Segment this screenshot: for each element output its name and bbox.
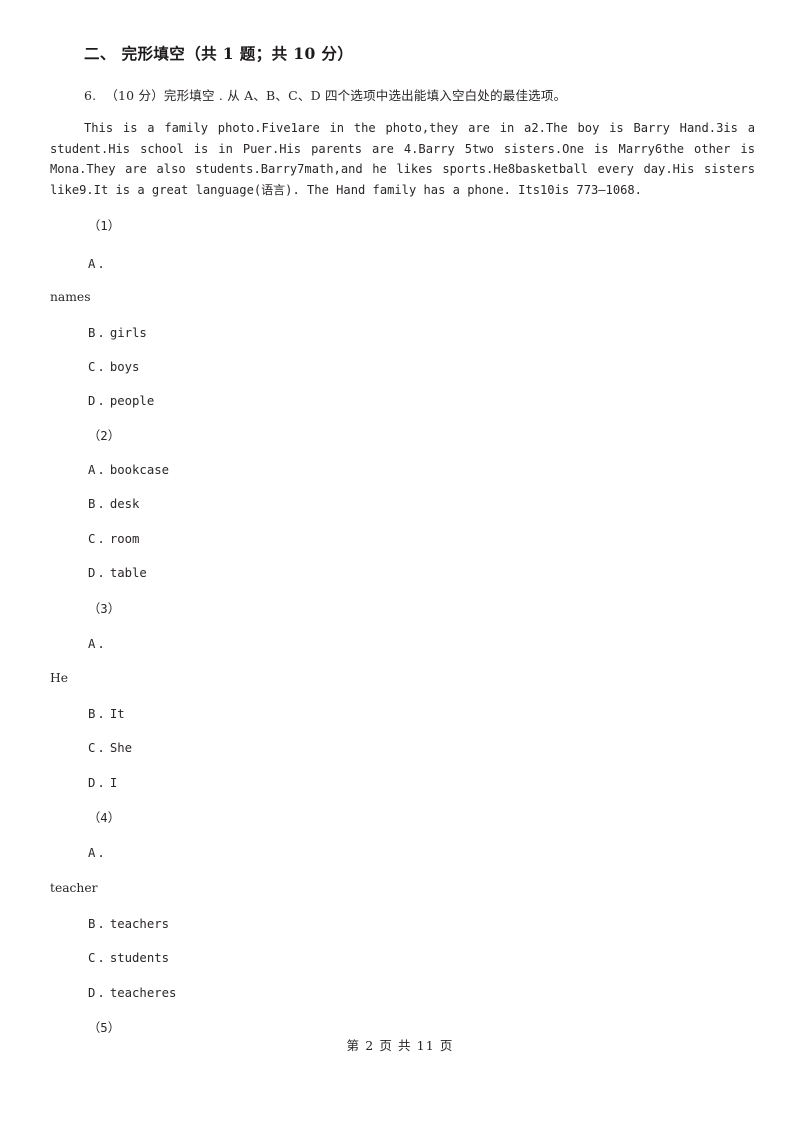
- option-letter: A: [88, 463, 96, 477]
- cloze-passage: This is a family photo.Five1are in the p…: [50, 118, 755, 201]
- option-text: people: [109, 394, 155, 408]
- question-stem: 6. （10 分）完形填空 . 从 A、B、C、D 四个选项中选出能填入空白处的最…: [84, 85, 566, 104]
- option-text: table: [109, 566, 147, 580]
- option-letter: B: [88, 326, 96, 340]
- question-number: 6.: [84, 88, 97, 103]
- option-separator: .: [97, 257, 105, 271]
- option-4-A[interactable]: A.: [88, 846, 110, 860]
- option-separator: .: [97, 917, 105, 931]
- option-4-D[interactable]: D. teacheres: [88, 986, 176, 1000]
- option-1-A[interactable]: A.: [88, 257, 110, 271]
- option-letter: D: [88, 566, 96, 580]
- page-footer: 第 2 页 共 11 页: [346, 1038, 454, 1053]
- option-3-A[interactable]: A.: [88, 637, 110, 651]
- option-separator: .: [97, 566, 105, 580]
- question-stem-text: （10 分）完形填空 . 从 A、B、C、D 四个选项中选出能填入空白处的最佳选…: [105, 88, 567, 103]
- option-text: teachers: [109, 917, 170, 931]
- option-text: I: [109, 776, 118, 790]
- option-1-D[interactable]: D. people: [88, 394, 154, 408]
- option-3-B[interactable]: B. It: [88, 707, 125, 721]
- option-text: students: [109, 951, 170, 965]
- option-4-B[interactable]: B. teachers: [88, 917, 169, 931]
- option-2-C[interactable]: C. room: [88, 532, 139, 546]
- option-separator: .: [97, 986, 105, 1000]
- option-text: teacheres: [109, 986, 177, 1000]
- option-separator: .: [97, 637, 105, 651]
- section-title: 二、 完形填空（共 1 题；共 10 分）: [84, 44, 354, 63]
- option-1-B[interactable]: B. girls: [88, 326, 147, 340]
- option-separator: .: [97, 951, 105, 965]
- option-letter: A: [88, 846, 96, 860]
- option-separator: .: [97, 394, 105, 408]
- option-index-5: （5）: [88, 1021, 120, 1035]
- option-separator: .: [97, 707, 105, 721]
- passage-tail: ). The Hand family has a phone. Its10is …: [285, 183, 642, 198]
- option-letter: C: [88, 360, 96, 374]
- option-letter: D: [88, 394, 96, 408]
- option-text: boys: [109, 360, 140, 374]
- option-separator: .: [97, 497, 105, 511]
- option-letter: B: [88, 497, 96, 511]
- option-separator: .: [97, 776, 105, 790]
- option-letter: A: [88, 257, 96, 271]
- option-index-1: （1）: [88, 219, 120, 233]
- option-4-A-overflow-text: teacher: [50, 881, 98, 895]
- option-letter: D: [88, 776, 96, 790]
- option-separator: .: [97, 326, 105, 340]
- option-separator: .: [97, 463, 105, 477]
- option-text: girls: [109, 326, 147, 340]
- option-4-C[interactable]: C. students: [88, 951, 169, 965]
- option-letter: B: [88, 707, 96, 721]
- option-letter: C: [88, 741, 96, 755]
- option-text: desk: [109, 497, 140, 511]
- option-3-D[interactable]: D. I: [88, 776, 117, 790]
- option-3-A-overflow-text: He: [50, 671, 69, 685]
- option-text: It: [109, 707, 125, 721]
- option-text: She: [109, 741, 133, 755]
- option-text: room: [109, 532, 140, 546]
- option-1-C[interactable]: C. boys: [88, 360, 139, 374]
- option-1-A-overflow-text: names: [50, 290, 91, 304]
- option-letter: C: [88, 951, 96, 965]
- option-letter: A: [88, 637, 96, 651]
- option-separator: .: [97, 846, 105, 860]
- option-index-2: （2）: [88, 429, 120, 443]
- option-separator: .: [97, 360, 105, 374]
- option-index-4: （4）: [88, 811, 120, 825]
- option-2-D[interactable]: D. table: [88, 566, 147, 580]
- option-separator: .: [97, 532, 105, 546]
- document-page: 二、 完形填空（共 1 题；共 10 分） 6. （10 分）完形填空 . 从 A…: [0, 0, 800, 1132]
- option-letter: B: [88, 917, 96, 931]
- passage-gloss: 语言: [261, 183, 286, 198]
- option-3-C[interactable]: C. She: [88, 741, 132, 755]
- option-letter: D: [88, 986, 96, 1000]
- option-2-B[interactable]: B. desk: [88, 497, 139, 511]
- option-separator: .: [97, 741, 105, 755]
- option-letter: C: [88, 532, 96, 546]
- option-2-A[interactable]: A. bookcase: [88, 463, 169, 477]
- option-text: bookcase: [109, 463, 170, 477]
- option-index-3: （3）: [88, 602, 120, 616]
